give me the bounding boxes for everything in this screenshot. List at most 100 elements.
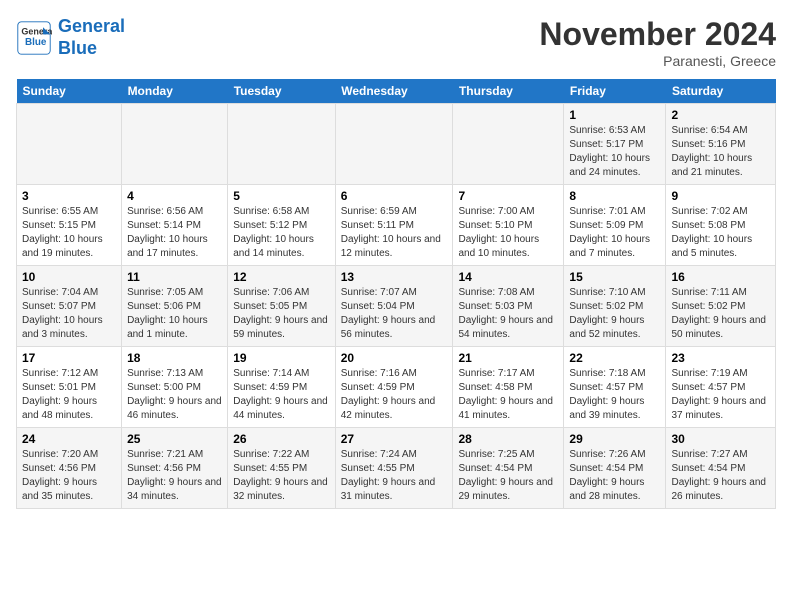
day-number: 24 [22, 432, 116, 446]
calendar-cell: 7 Sunrise: 7:00 AM Sunset: 5:10 PM Daylig… [453, 185, 564, 266]
calendar-cell: 30 Sunrise: 7:27 AM Sunset: 4:54 PM Dayli… [666, 428, 776, 509]
weekday-header-wednesday: Wednesday [335, 79, 453, 104]
day-info: Sunrise: 6:58 AM Sunset: 5:12 PM Dayligh… [233, 205, 330, 261]
day-info: Sunrise: 7:06 AM Sunset: 5:05 PM Dayligh… [233, 286, 330, 342]
calendar-cell: 6Sunrise: 6:59 AM Sunset: 5:11 PM Daylig… [335, 185, 453, 266]
day-number: 10 [22, 270, 116, 284]
day-number: 26 [233, 432, 330, 446]
calendar-cell: 24Sunrise: 7:20 AM Sunset: 4:56 PM Dayli… [17, 428, 122, 509]
calendar-cell: 20 Sunrise: 7:16 AM Sunset: 4:59 PM Dayli… [335, 347, 453, 428]
day-info: Sunrise: 7:10 AM Sunset: 5:02 PM Dayligh… [569, 286, 660, 342]
day-number: 20 [341, 351, 448, 365]
calendar-table: SundayMondayTuesdayWednesdayThursdayFrid… [16, 79, 776, 509]
day-number: 2 [671, 108, 770, 122]
calendar-cell: 2 Sunrise: 6:54 AM Sunset: 5:16 PM Daylig… [666, 104, 776, 185]
day-number: 8 [569, 189, 660, 203]
logo-icon: General Blue [16, 20, 52, 56]
day-number: 12 [233, 270, 330, 284]
svg-text:General: General [21, 26, 52, 36]
day-number: 19 [233, 351, 330, 365]
weekday-header-saturday: Saturday [666, 79, 776, 104]
day-info: Sunrise: 6:53 AM Sunset: 5:17 PM Dayligh… [569, 124, 660, 180]
day-number: 22 [569, 351, 660, 365]
calendar-cell: 19Sunrise: 7:14 AM Sunset: 4:59 PM Dayli… [228, 347, 336, 428]
weekday-header-thursday: Thursday [453, 79, 564, 104]
calendar-cell: 28Sunrise: 7:25 AM Sunset: 4:54 PM Dayli… [453, 428, 564, 509]
calendar-cell [228, 104, 336, 185]
day-info: Sunrise: 7:04 AM Sunset: 5:07 PM Dayligh… [22, 286, 116, 342]
calendar-cell: 26 Sunrise: 7:22 AM Sunset: 4:55 PM Dayli… [228, 428, 336, 509]
calendar-week-row: 24Sunrise: 7:20 AM Sunset: 4:56 PM Dayli… [17, 428, 776, 509]
calendar-cell: 9Sunrise: 7:02 AM Sunset: 5:08 PM Daylig… [666, 185, 776, 266]
day-info: Sunrise: 7:12 AM Sunset: 5:01 PM Dayligh… [22, 367, 116, 423]
day-number: 30 [671, 432, 770, 446]
day-info: Sunrise: 7:27 AM Sunset: 4:54 PM Dayligh… [671, 448, 770, 504]
weekday-header-row: SundayMondayTuesdayWednesdayThursdayFrid… [17, 79, 776, 104]
day-info: Sunrise: 6:55 AM Sunset: 5:15 PM Dayligh… [22, 205, 116, 261]
day-number: 18 [127, 351, 222, 365]
calendar-cell: 25 Sunrise: 7:21 AM Sunset: 4:56 PM Dayli… [122, 428, 228, 509]
day-info: Sunrise: 7:18 AM Sunset: 4:57 PM Dayligh… [569, 367, 660, 423]
location: Paranesti, Greece [539, 53, 776, 69]
calendar-week-row: 1 Sunrise: 6:53 AM Sunset: 5:17 PM Daylig… [17, 104, 776, 185]
day-info: Sunrise: 6:54 AM Sunset: 5:16 PM Dayligh… [671, 124, 770, 180]
title-block: November 2024 Paranesti, Greece [539, 16, 776, 69]
day-info: Sunrise: 7:22 AM Sunset: 4:55 PM Dayligh… [233, 448, 330, 504]
day-info: Sunrise: 7:25 AM Sunset: 4:54 PM Dayligh… [458, 448, 558, 504]
calendar-cell: 12 Sunrise: 7:06 AM Sunset: 5:05 PM Dayli… [228, 266, 336, 347]
day-info: Sunrise: 7:19 AM Sunset: 4:57 PM Dayligh… [671, 367, 770, 423]
calendar-week-row: 3 Sunrise: 6:55 AM Sunset: 5:15 PM Daylig… [17, 185, 776, 266]
day-number: 7 [458, 189, 558, 203]
day-info: Sunrise: 7:26 AM Sunset: 4:54 PM Dayligh… [569, 448, 660, 504]
calendar-cell: 13Sunrise: 7:07 AM Sunset: 5:04 PM Dayli… [335, 266, 453, 347]
svg-text:Blue: Blue [25, 37, 47, 48]
day-number: 3 [22, 189, 116, 203]
day-info: Sunrise: 7:08 AM Sunset: 5:03 PM Dayligh… [458, 286, 558, 342]
calendar-cell: 21Sunrise: 7:17 AM Sunset: 4:58 PM Dayli… [453, 347, 564, 428]
calendar-cell: 23 Sunrise: 7:19 AM Sunset: 4:57 PM Dayli… [666, 347, 776, 428]
day-number: 21 [458, 351, 558, 365]
calendar-cell [335, 104, 453, 185]
day-number: 15 [569, 270, 660, 284]
logo: General Blue General Blue [16, 16, 125, 59]
calendar-cell: 3 Sunrise: 6:55 AM Sunset: 5:15 PM Daylig… [17, 185, 122, 266]
calendar-cell: 15 Sunrise: 7:10 AM Sunset: 5:02 PM Dayli… [564, 266, 666, 347]
calendar-cell: 11Sunrise: 7:05 AM Sunset: 5:06 PM Dayli… [122, 266, 228, 347]
day-info: Sunrise: 7:21 AM Sunset: 4:56 PM Dayligh… [127, 448, 222, 504]
calendar-cell: 29 Sunrise: 7:26 AM Sunset: 4:54 PM Dayli… [564, 428, 666, 509]
day-number: 27 [341, 432, 448, 446]
calendar-cell [453, 104, 564, 185]
calendar-cell: 4 Sunrise: 6:56 AM Sunset: 5:14 PM Daylig… [122, 185, 228, 266]
day-number: 14 [458, 270, 558, 284]
calendar-cell [122, 104, 228, 185]
day-number: 4 [127, 189, 222, 203]
day-info: Sunrise: 7:24 AM Sunset: 4:55 PM Dayligh… [341, 448, 448, 504]
logo-blue: Blue [58, 38, 97, 58]
day-info: Sunrise: 6:56 AM Sunset: 5:14 PM Dayligh… [127, 205, 222, 261]
day-info: Sunrise: 7:00 AM Sunset: 5:10 PM Dayligh… [458, 205, 558, 261]
calendar-week-row: 10 Sunrise: 7:04 AM Sunset: 5:07 PM Dayli… [17, 266, 776, 347]
calendar-week-row: 17Sunrise: 7:12 AM Sunset: 5:01 PM Dayli… [17, 347, 776, 428]
calendar-cell: 1 Sunrise: 6:53 AM Sunset: 5:17 PM Daylig… [564, 104, 666, 185]
weekday-header-monday: Monday [122, 79, 228, 104]
day-info: Sunrise: 7:01 AM Sunset: 5:09 PM Dayligh… [569, 205, 660, 261]
calendar-cell: 8 Sunrise: 7:01 AM Sunset: 5:09 PM Daylig… [564, 185, 666, 266]
day-number: 25 [127, 432, 222, 446]
calendar-cell: 18 Sunrise: 7:13 AM Sunset: 5:00 PM Dayli… [122, 347, 228, 428]
day-info: Sunrise: 7:16 AM Sunset: 4:59 PM Dayligh… [341, 367, 448, 423]
day-info: Sunrise: 7:11 AM Sunset: 5:02 PM Dayligh… [671, 286, 770, 342]
day-number: 29 [569, 432, 660, 446]
day-number: 1 [569, 108, 660, 122]
calendar-cell: 14 Sunrise: 7:08 AM Sunset: 5:03 PM Dayli… [453, 266, 564, 347]
logo-general: General [58, 16, 125, 36]
day-number: 11 [127, 270, 222, 284]
calendar-cell: 27 Sunrise: 7:24 AM Sunset: 4:55 PM Dayli… [335, 428, 453, 509]
calendar-cell [17, 104, 122, 185]
day-number: 16 [671, 270, 770, 284]
day-number: 6 [341, 189, 448, 203]
day-number: 23 [671, 351, 770, 365]
day-number: 13 [341, 270, 448, 284]
day-info: Sunrise: 7:13 AM Sunset: 5:00 PM Dayligh… [127, 367, 222, 423]
weekday-header-tuesday: Tuesday [228, 79, 336, 104]
calendar-cell: 16 Sunrise: 7:11 AM Sunset: 5:02 PM Dayli… [666, 266, 776, 347]
